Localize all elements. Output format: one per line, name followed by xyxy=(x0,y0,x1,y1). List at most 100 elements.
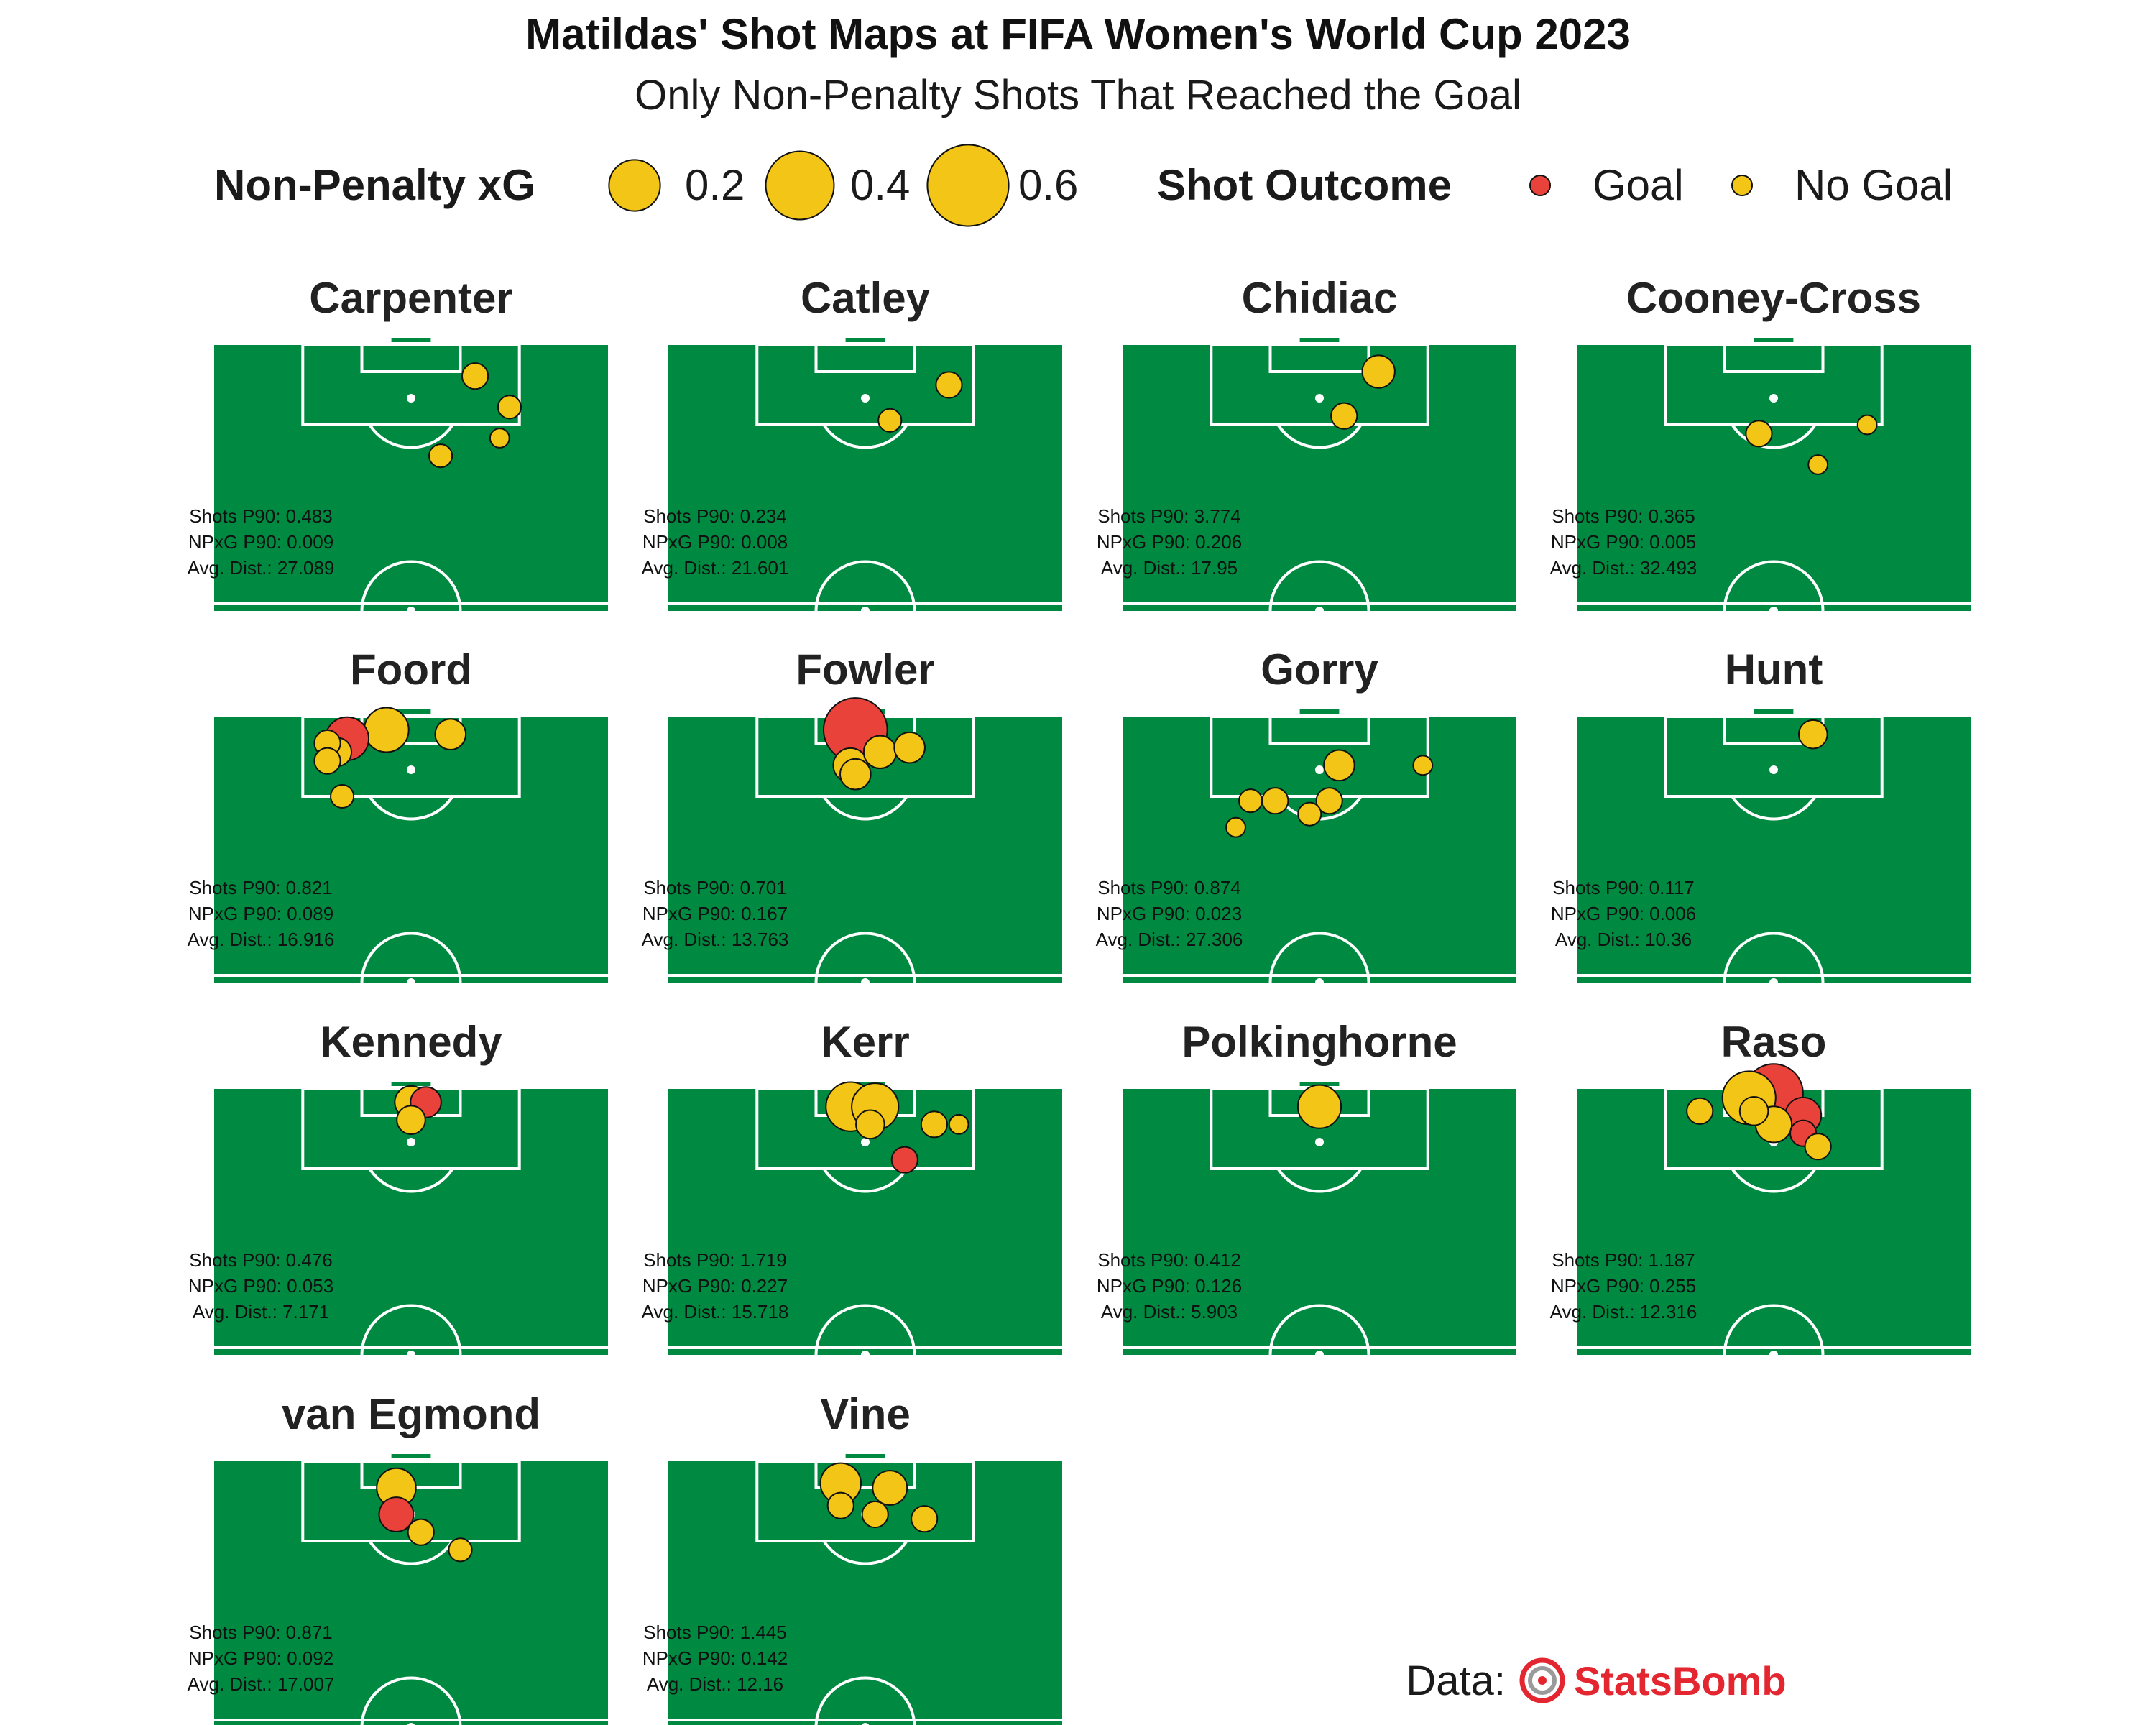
center-spot xyxy=(407,607,415,615)
penalty-spot xyxy=(407,765,415,774)
legend-size-marker-0.6 xyxy=(926,144,1010,227)
penalty-spot xyxy=(407,1138,415,1146)
shot-marker xyxy=(826,1491,854,1519)
panel-title: Cooney-Cross xyxy=(1626,274,1921,322)
shot-marker xyxy=(877,408,903,433)
stat-shots-p90: Shots P90: 0.874 xyxy=(1097,877,1240,898)
shot-marker xyxy=(396,1105,426,1135)
panel-kennedy: Kennedy Shots P90: 0.476 NPxG P90: 0.053 Av… xyxy=(188,1018,608,1359)
stat-npxg-p90: NPxG P90: 0.167 xyxy=(642,903,788,924)
stat-npxg-p90: NPxG P90: 0.142 xyxy=(642,1647,788,1669)
stat-npxg-p90: NPxG P90: 0.126 xyxy=(1097,1275,1242,1297)
stat-npxg-p90: NPxG P90: 0.089 xyxy=(188,903,333,924)
panel-title: Polkinghorne xyxy=(1181,1018,1457,1066)
stat-avg-dist: Avg. Dist.: 15.718 xyxy=(642,1301,789,1322)
shot-marker xyxy=(893,731,926,764)
panel-title: Raso xyxy=(1721,1018,1827,1066)
legend-size-label: 0.6 xyxy=(1018,161,1078,209)
shot-marker xyxy=(1686,1097,1714,1125)
stat-avg-dist: Avg. Dist.: 12.316 xyxy=(1550,1301,1697,1322)
stat-npxg-p90: NPxG P90: 0.005 xyxy=(1551,531,1696,553)
stat-shots-p90: Shots P90: 0.117 xyxy=(1552,877,1695,898)
shot-marker xyxy=(1297,801,1322,827)
stat-npxg-p90: NPxG P90: 0.255 xyxy=(1551,1275,1696,1297)
legend-size-marker-0.2 xyxy=(608,159,661,212)
shot-maps-figure: Matildas' Shot Maps at FIFA Women's Worl… xyxy=(188,10,1971,1725)
stat-npxg-p90: NPxG P90: 0.053 xyxy=(188,1275,333,1297)
shot-marker xyxy=(1296,1084,1342,1129)
stat-npxg-p90: NPxG P90: 0.008 xyxy=(642,531,788,553)
stat-shots-p90: Shots P90: 0.821 xyxy=(189,877,332,898)
shot-marker xyxy=(378,1496,415,1532)
panel-title: Chidiac xyxy=(1242,274,1398,322)
stat-npxg-p90: NPxG P90: 0.206 xyxy=(1097,531,1242,553)
shot-marker xyxy=(1412,755,1434,776)
legend-outcome-label: No Goal xyxy=(1795,161,1953,209)
stat-avg-dist: Avg. Dist.: 21.601 xyxy=(642,557,789,579)
legend-outcome-marker-no-goal xyxy=(1731,175,1753,196)
stat-shots-p90: Shots P90: 1.187 xyxy=(1552,1249,1695,1271)
panel-title: Gorry xyxy=(1261,645,1378,694)
shot-marker xyxy=(1323,749,1355,782)
penalty-spot xyxy=(1315,1138,1324,1146)
legend-outcome-marker-goal xyxy=(1529,175,1551,196)
shot-marker xyxy=(461,362,489,390)
panel-fowler: Fowler Shots P90: 0.701 NPxG P90: 0.167 Avg… xyxy=(642,645,1062,987)
legend-outcome-title: Shot Outcome xyxy=(1157,161,1452,209)
stat-npxg-p90: NPxG P90: 0.023 xyxy=(1097,903,1242,924)
stat-shots-p90: Shots P90: 0.701 xyxy=(643,877,786,898)
panel-title: Vine xyxy=(820,1390,911,1438)
shot-marker xyxy=(1798,719,1828,750)
center-spot xyxy=(1769,978,1778,987)
stat-shots-p90: Shots P90: 0.871 xyxy=(189,1622,332,1643)
shot-marker xyxy=(839,758,872,791)
panel-title: Kennedy xyxy=(320,1018,502,1066)
chart-subtitle: Only Non-Penalty Shots That Reached the … xyxy=(635,72,1521,119)
stat-avg-dist: Avg. Dist.: 12.16 xyxy=(647,1673,783,1695)
data-credit: Data: StatsBomb xyxy=(1406,1657,1786,1704)
stat-avg-dist: Avg. Dist.: 27.306 xyxy=(1096,929,1243,950)
panel-carpenter: Carpenter Shots P90: 0.483 NPxG P90: 0.009… xyxy=(188,274,608,615)
penalty-spot xyxy=(1315,394,1324,402)
chart-title: Matildas' Shot Maps at FIFA Women's Worl… xyxy=(525,10,1631,58)
stat-avg-dist: Avg. Dist.: 32.493 xyxy=(1550,557,1697,579)
shot-marker xyxy=(861,1500,889,1529)
center-spot xyxy=(861,978,870,987)
stat-avg-dist: Avg. Dist.: 16.916 xyxy=(188,929,335,950)
stat-shots-p90: Shots P90: 0.483 xyxy=(189,505,332,527)
shot-marker xyxy=(330,783,355,809)
shot-marker xyxy=(911,1505,939,1533)
panel-foord: Foord Shots P90: 0.821 NPxG P90: 0.089 Avg.… xyxy=(188,645,608,987)
stat-avg-dist: Avg. Dist.: 17.007 xyxy=(188,1673,335,1695)
stat-avg-dist: Avg. Dist.: 5.903 xyxy=(1101,1301,1238,1322)
center-spot xyxy=(1769,1351,1778,1359)
shot-marker xyxy=(1225,816,1246,838)
legend-size-label: 0.2 xyxy=(685,161,745,209)
legend-outcome-label: Goal xyxy=(1593,161,1684,209)
legend: Non-Penalty xG 0.2 0.4 0.6 Shot Outcome Goal N… xyxy=(214,144,1953,227)
panel-gorry: Gorry Shots P90: 0.874 NPxG P90: 0.023 Avg.… xyxy=(1096,645,1516,987)
shot-marker xyxy=(862,735,898,770)
shot-marker xyxy=(434,718,467,750)
stat-avg-dist: Avg. Dist.: 7.171 xyxy=(193,1301,329,1322)
shot-marker xyxy=(489,428,510,448)
legend-size-label: 0.4 xyxy=(850,161,910,209)
panel-hunt: Hunt Shots P90: 0.117 NPxG P90: 0.006 Avg. … xyxy=(1551,645,1971,987)
shot-marker xyxy=(1238,788,1263,814)
center-spot xyxy=(407,1351,415,1359)
center-spot xyxy=(1315,1351,1324,1359)
shot-marker xyxy=(1807,454,1829,475)
stat-shots-p90: Shots P90: 3.774 xyxy=(1097,505,1240,527)
shot-marker xyxy=(497,395,522,420)
panel-title: Carpenter xyxy=(309,274,512,322)
stat-avg-dist: Avg. Dist.: 27.089 xyxy=(188,557,335,579)
legend-size-marker-0.4 xyxy=(765,150,835,221)
shot-marker xyxy=(1856,414,1878,436)
stat-avg-dist: Avg. Dist.: 17.95 xyxy=(1101,557,1238,579)
shot-marker xyxy=(363,707,410,753)
penalty-spot xyxy=(1315,765,1324,774)
shot-marker xyxy=(313,747,341,775)
shot-marker xyxy=(948,1113,969,1135)
panel-title: Catley xyxy=(801,274,931,322)
brand-name: StatsBomb xyxy=(1574,1658,1787,1703)
